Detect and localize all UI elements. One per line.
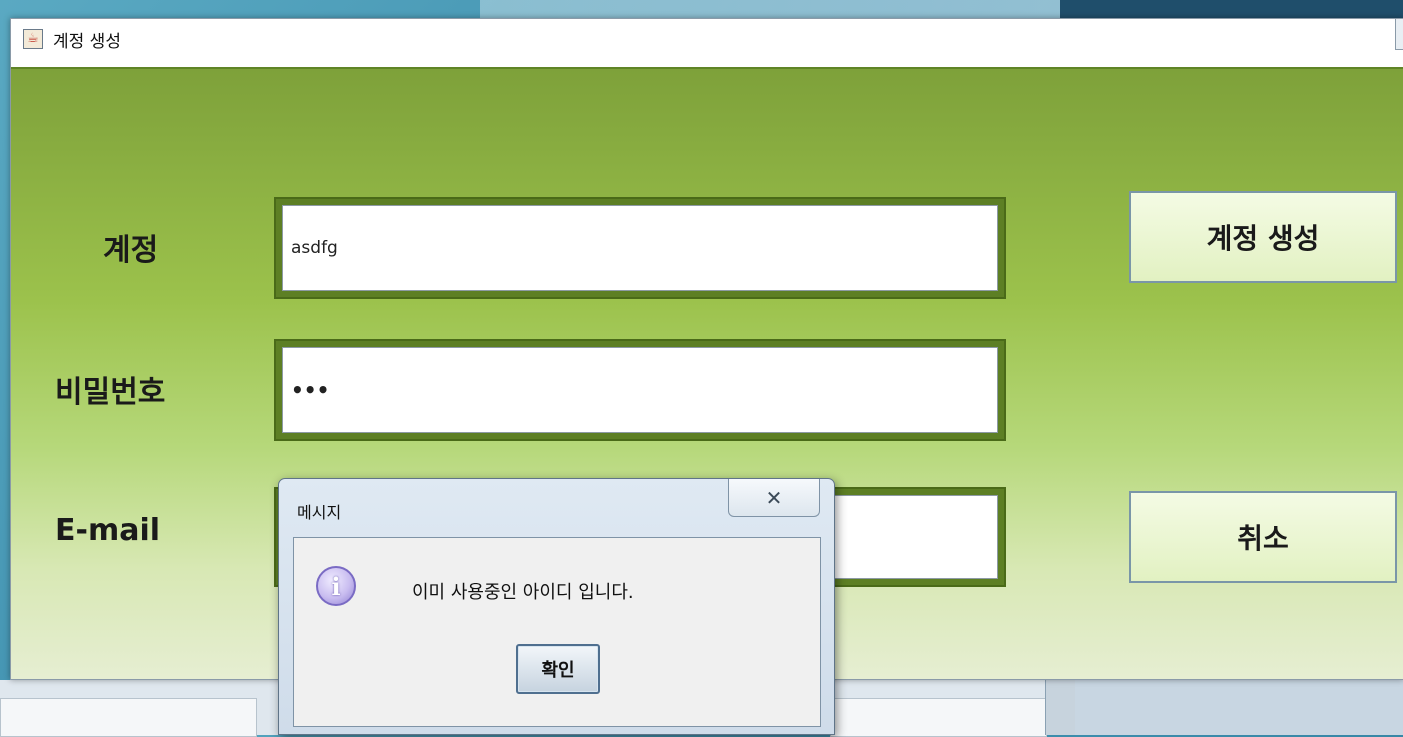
dialog-title: 메시지 <box>297 503 342 522</box>
dialog-message: 이미 사용중인 아이디 입니다. <box>412 582 634 603</box>
window-control-button[interactable] <box>1395 19 1403 50</box>
background-cell <box>0 698 257 737</box>
account-field-frame: asdfg <box>274 197 1006 299</box>
account-input[interactable]: asdfg <box>282 205 998 291</box>
window-title: 계정 생성 <box>53 32 121 52</box>
background-right-pane <box>1075 680 1403 735</box>
password-field-frame: ••• <box>274 339 1006 441</box>
info-icon: i <box>316 566 356 606</box>
title-bar: ☕ 계정 생성 <box>11 19 1403 65</box>
background-splitter <box>1045 680 1076 735</box>
create-account-button[interactable]: 계정 생성 <box>1129 191 1397 283</box>
password-label: 비밀번호 <box>55 375 166 410</box>
background-cell <box>830 698 1047 737</box>
ok-button[interactable]: 확인 <box>516 644 600 694</box>
close-icon[interactable]: ✕ <box>728 479 820 517</box>
email-label: E-mail <box>55 513 161 548</box>
dialog-body: i 이미 사용중인 아이디 입니다. 확인 <box>293 537 821 727</box>
java-cup-icon: ☕ <box>23 29 43 49</box>
cancel-button[interactable]: 취소 <box>1129 491 1397 583</box>
account-label: 계정 <box>103 233 159 268</box>
message-dialog: 메시지 ✕ i 이미 사용중인 아이디 입니다. 확인 <box>278 478 835 735</box>
password-input[interactable]: ••• <box>282 347 998 433</box>
